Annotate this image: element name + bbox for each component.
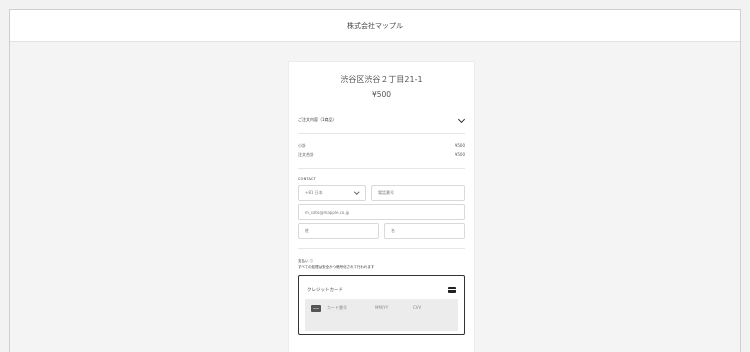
price-total: ¥500	[371, 90, 392, 99]
phone-placeholder: 電話番号	[378, 190, 394, 195]
caret-down-icon	[355, 191, 359, 195]
card-number-input[interactable]: カード番号	[327, 305, 375, 311]
order-summary-toggle[interactable]: ご注文内容（1商品）	[289, 107, 474, 133]
email-value: m_sato@mapple.co.jp	[305, 209, 350, 215]
contact-section-title: CONTACT	[298, 177, 316, 181]
store-name: 渋谷区渋谷２丁目21-1	[340, 75, 423, 84]
total-label: 注文合計	[298, 151, 314, 157]
chevron-down-icon[interactable]	[458, 117, 465, 124]
credit-card-option-header[interactable]: クレジットカード	[299, 276, 464, 296]
last-name-input[interactable]: 姓	[298, 223, 379, 239]
country-code-value: +81 日本	[305, 190, 323, 195]
last-name-placeholder: 姓	[305, 228, 309, 233]
first-name-input[interactable]: 名	[384, 223, 465, 239]
order-summary-label: ご注文内容（1商品）	[298, 117, 337, 122]
subtotal-row: 小計 ¥500	[289, 141, 474, 150]
subtotal-label: 小計	[298, 142, 306, 148]
expiry-input[interactable]: MM/YY	[375, 305, 413, 310]
card-brand-icon	[311, 305, 321, 312]
browser-viewport: 株式会社マップル 渋谷区渋谷２丁目21-1 ¥500 ご注文内容（1商品） 小計…	[9, 9, 741, 352]
merchant-title: 株式会社マップル	[347, 21, 403, 30]
name-row: 姓 名	[289, 223, 474, 239]
payment-security-note: すべての処理は安全かつ暗号化されて行われます	[298, 265, 375, 269]
phone-input[interactable]: 電話番号	[371, 185, 465, 201]
country-code-select[interactable]: +81 日本	[298, 185, 366, 201]
total-value: ¥500	[454, 152, 465, 157]
credit-card-label: クレジットカード	[307, 288, 343, 293]
email-input[interactable]: m_sato@mapple.co.jp	[298, 204, 465, 220]
subtotal-value: ¥500	[454, 143, 465, 148]
total-row: 注文合計 ¥500	[289, 150, 474, 159]
price-summary: 小計 ¥500 注文合計 ¥500	[289, 134, 474, 168]
first-name-placeholder: 名	[391, 228, 395, 233]
cvv-input[interactable]: CVV	[413, 305, 421, 310]
phone-row: +81 日本 電話番号	[289, 185, 474, 201]
credit-card-option[interactable]: クレジットカード カード番号 MM/YY CVV	[298, 275, 465, 335]
top-bar: 株式会社マップル	[10, 10, 740, 42]
payment-section-title: 支払い ⓘ	[298, 259, 314, 263]
credit-card-icon	[448, 287, 456, 293]
checkout-card: 渋谷区渋谷２丁目21-1 ¥500 ご注文内容（1商品） 小計 ¥500 注文合…	[288, 61, 475, 352]
card-details-form: カード番号 MM/YY CVV	[305, 299, 458, 331]
